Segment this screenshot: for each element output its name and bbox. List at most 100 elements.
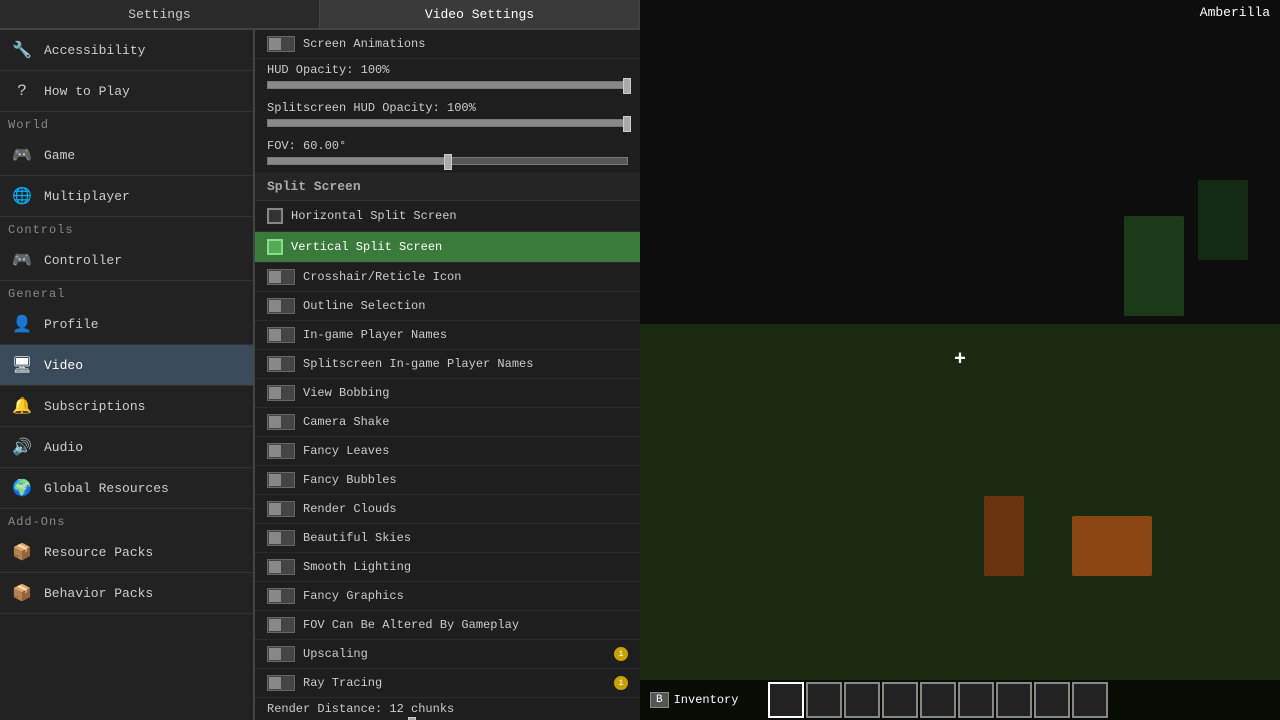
fov-slider[interactable] [267, 157, 628, 165]
world-section-label: World [0, 112, 253, 135]
sidebar-item-global-resources[interactable]: 🌍 Global Resources [0, 468, 253, 509]
sidebar-item-subscriptions[interactable]: 🔔 Subscriptions [0, 386, 253, 427]
hotbar-slot-6[interactable] [996, 682, 1032, 718]
general-section-label: General [0, 281, 253, 304]
crosshair-toggle[interactable] [267, 269, 295, 285]
crosshair: + [954, 349, 966, 372]
fancy-bubbles-toggle[interactable] [267, 472, 295, 488]
camera-shake-row: Camera Shake [255, 408, 640, 437]
sidebar-item-game[interactable]: 🎮 Game [0, 135, 253, 176]
sidebar-item-audio[interactable]: 🔊 Audio [0, 427, 253, 468]
resource-packs-icon: 📦 [10, 540, 34, 564]
inventory-label-text: Inventory [674, 693, 739, 707]
fov-altered-row: FOV Can Be Altered By Gameplay [255, 611, 640, 640]
hud-opacity-slider[interactable] [267, 81, 628, 89]
sidebar-item-controller[interactable]: 🎮 Controller [0, 240, 253, 281]
hud-opacity-thumb[interactable] [623, 78, 631, 94]
hotbar-slot-7[interactable] [1034, 682, 1070, 718]
hud-opacity-container: HUD Opacity: 100% [255, 59, 640, 97]
fov-label: FOV: 60.00° [267, 139, 628, 153]
global-resources-icon: 🌍 [10, 476, 34, 500]
vertical-split-label: Vertical Split Screen [291, 240, 442, 254]
player-names-label: In-game Player Names [303, 328, 628, 342]
audio-icon: 🔊 [10, 435, 34, 459]
sidebar-item-video[interactable]: 🖥 Video [0, 345, 253, 386]
fov-altered-toggle[interactable] [267, 617, 295, 633]
sidebar-item-how-to-play[interactable]: ? How to Play [0, 71, 253, 112]
ray-tracing-row: Ray Tracing i [255, 669, 640, 698]
splitscreen-player-names-label: Splitscreen In-game Player Names [303, 357, 628, 371]
sidebar-item-behavior-packs[interactable]: 📦 Behavior Packs [0, 573, 253, 614]
hotbar-slot-3[interactable] [882, 682, 918, 718]
sidebar-item-multiplayer[interactable]: 🌐 Multiplayer [0, 176, 253, 217]
content-area: 🔧 Accessibility ? How to Play World 🎮 Ga… [0, 30, 640, 720]
ray-tracing-info-icon[interactable]: i [614, 676, 628, 690]
smooth-lighting-toggle[interactable] [267, 559, 295, 575]
sidebar: 🔧 Accessibility ? How to Play World 🎮 Ga… [0, 30, 255, 720]
screen-animations-toggle[interactable] [267, 36, 295, 52]
crosshair-label: Crosshair/Reticle Icon [303, 270, 628, 284]
hotbar-slot-4[interactable] [920, 682, 956, 718]
hotbar-slot-1[interactable] [806, 682, 842, 718]
fancy-leaves-row: Fancy Leaves [255, 437, 640, 466]
ground [640, 324, 1280, 720]
upscaling-toggle[interactable] [267, 646, 295, 662]
beautiful-skies-toggle[interactable] [267, 530, 295, 546]
fancy-graphics-label: Fancy Graphics [303, 589, 628, 603]
fov-thumb[interactable] [444, 154, 452, 170]
hud-opacity-fill [268, 82, 627, 88]
building [1072, 516, 1152, 576]
splitscreen-hud-fill [268, 120, 627, 126]
username: Amberilla [1200, 5, 1270, 20]
splitscreen-hud-opacity-slider[interactable] [267, 119, 628, 127]
render-distance-container: Render Distance: 12 chunks [255, 698, 640, 720]
ray-tracing-label: Ray Tracing [303, 676, 606, 690]
fancy-leaves-toggle[interactable] [267, 443, 295, 459]
game-icon: 🎮 [10, 143, 34, 167]
game-background: + [640, 0, 1280, 720]
hotbar-slot-8[interactable] [1072, 682, 1108, 718]
screen-animations-row: Screen Animations [255, 30, 640, 59]
render-clouds-toggle[interactable] [267, 501, 295, 517]
upscaling-row: Upscaling i [255, 640, 640, 669]
fancy-graphics-toggle[interactable] [267, 588, 295, 604]
camera-shake-toggle[interactable] [267, 414, 295, 430]
fancy-leaves-label: Fancy Leaves [303, 444, 628, 458]
fov-altered-label: FOV Can Be Altered By Gameplay [303, 618, 628, 632]
horizontal-split-radio[interactable] [267, 208, 283, 224]
fancy-bubbles-label: Fancy Bubbles [303, 473, 628, 487]
tree2 [1198, 180, 1248, 260]
sidebar-item-resource-packs[interactable]: 📦 Resource Packs [0, 532, 253, 573]
render-clouds-row: Render Clouds [255, 495, 640, 524]
help-icon: ? [10, 79, 34, 103]
upscaling-info-icon[interactable]: i [614, 647, 628, 661]
splitscreen-player-names-toggle[interactable] [267, 356, 295, 372]
inventory-button[interactable]: B Inventory [650, 692, 738, 708]
sidebar-item-accessibility[interactable]: 🔧 Accessibility [0, 30, 253, 71]
ray-tracing-toggle[interactable] [267, 675, 295, 691]
camera-shake-label: Camera Shake [303, 415, 628, 429]
view-bobbing-toggle[interactable] [267, 385, 295, 401]
outline-selection-toggle[interactable] [267, 298, 295, 314]
main-settings: Screen Animations HUD Opacity: 100% Spli… [255, 30, 640, 720]
horizontal-split-label: Horizontal Split Screen [291, 209, 457, 223]
hotbar-slot-5[interactable] [958, 682, 994, 718]
hud-opacity-label: HUD Opacity: 100% [267, 63, 628, 77]
fancy-graphics-row: Fancy Graphics [255, 582, 640, 611]
vertical-split-option[interactable]: Vertical Split Screen [255, 232, 640, 263]
horizontal-split-option[interactable]: Horizontal Split Screen [255, 201, 640, 232]
behavior-packs-icon: 📦 [10, 581, 34, 605]
tab-settings[interactable]: Settings [0, 0, 320, 28]
bottom-bar: B Inventory [640, 680, 1280, 720]
player-names-toggle[interactable] [267, 327, 295, 343]
header: Settings Video Settings [0, 0, 640, 30]
smooth-lighting-label: Smooth Lighting [303, 560, 628, 574]
controls-section-label: Controls [0, 217, 253, 240]
vertical-split-radio[interactable] [267, 239, 283, 255]
sidebar-item-profile[interactable]: 👤 Profile [0, 304, 253, 345]
splitscreen-hud-thumb[interactable] [623, 116, 631, 132]
profile-icon: 👤 [10, 312, 34, 336]
tab-video-settings[interactable]: Video Settings [320, 0, 640, 28]
hotbar-slot-0[interactable] [768, 682, 804, 718]
hotbar-slot-2[interactable] [844, 682, 880, 718]
